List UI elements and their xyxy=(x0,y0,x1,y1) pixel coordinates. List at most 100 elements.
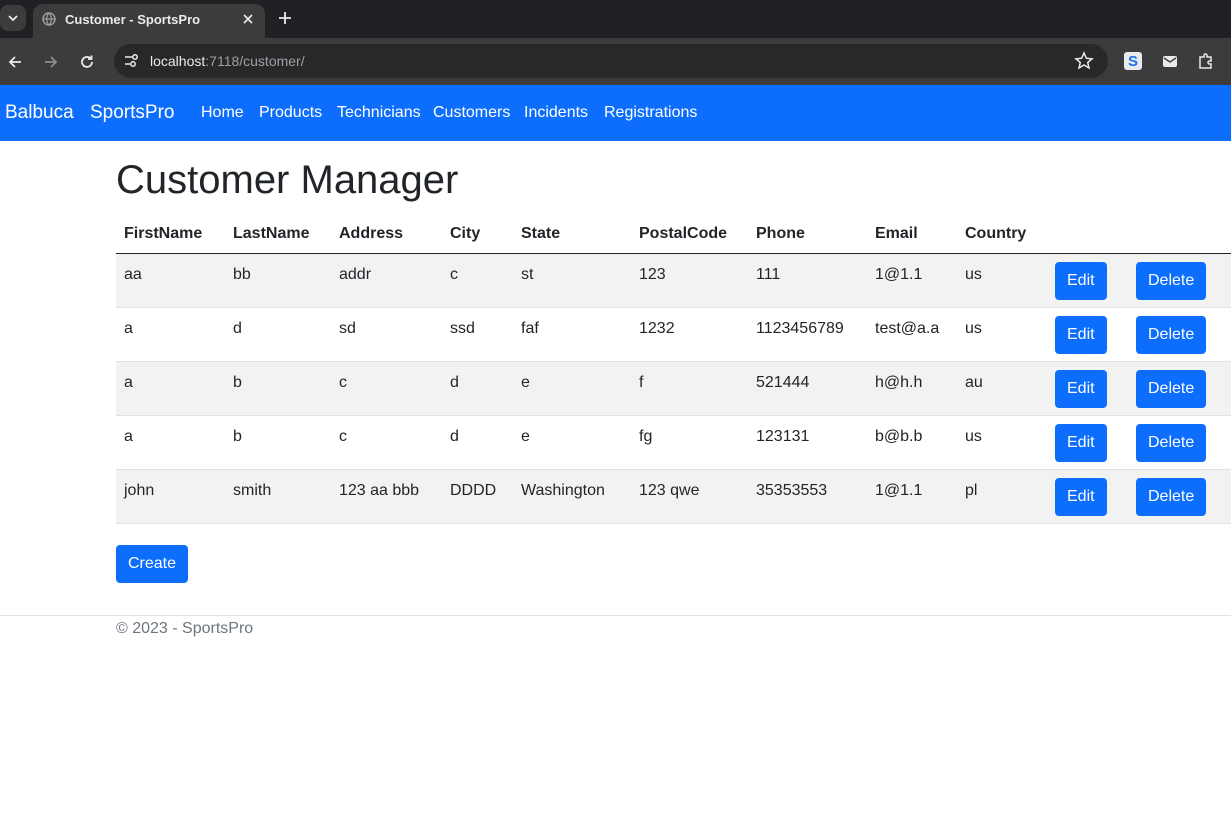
delete-button[interactable]: Delete xyxy=(1136,478,1207,516)
reload-button[interactable] xyxy=(75,50,99,74)
cell-firstname: a xyxy=(116,415,225,470)
cell-edit: Edit xyxy=(1047,307,1128,362)
plus-icon xyxy=(279,12,291,24)
browser-tab-bar: Customer - SportsPro xyxy=(0,0,1231,38)
delete-button[interactable]: Delete xyxy=(1136,316,1207,354)
brand-sportspro[interactable]: SportsPro xyxy=(90,102,174,124)
column-header: State xyxy=(513,215,631,254)
column-header-delete xyxy=(1128,215,1231,254)
extension-mail-button[interactable] xyxy=(1159,50,1181,72)
url-path: :7118/customer/ xyxy=(205,53,305,69)
cell-country: pl xyxy=(957,469,1047,524)
cell-country: us xyxy=(957,253,1047,308)
forward-button[interactable] xyxy=(39,50,63,74)
footer-divider xyxy=(0,615,1231,616)
cell-postalcode: f xyxy=(631,361,748,416)
cell-city: DDDD xyxy=(442,469,513,524)
cell-address: c xyxy=(331,415,442,470)
back-button[interactable] xyxy=(3,50,27,74)
reload-icon xyxy=(81,55,93,68)
cell-email: h@h.h xyxy=(867,361,957,416)
arrow-right-icon xyxy=(45,56,58,68)
cell-state: st xyxy=(513,253,631,308)
cell-state: Washington xyxy=(513,469,631,524)
cell-lastname: b xyxy=(225,415,331,470)
browser-toolbar: localhost:7118/customer/ S xyxy=(0,38,1231,85)
cell-state: faf xyxy=(513,307,631,362)
chevron-down-icon xyxy=(8,15,18,22)
nav-link-incidents[interactable]: Incidents xyxy=(524,104,588,122)
cell-edit: Edit xyxy=(1047,253,1128,308)
column-header: Country xyxy=(957,215,1047,254)
puzzle-icon xyxy=(1199,53,1212,69)
column-header: FirstName xyxy=(116,215,225,254)
tab-search-button[interactable] xyxy=(0,5,26,31)
cell-edit: Edit xyxy=(1047,361,1128,416)
cell-lastname: d xyxy=(225,307,331,362)
cell-email: b@b.b xyxy=(867,415,957,470)
cell-address: sd xyxy=(331,307,442,362)
tab-close-button[interactable] xyxy=(238,9,258,29)
cell-firstname: a xyxy=(116,361,225,416)
cell-country: us xyxy=(957,307,1047,362)
edit-button[interactable]: Edit xyxy=(1055,424,1107,462)
cell-edit: Edit xyxy=(1047,469,1128,524)
table-row: a b c d e f 521444 h@h.h au Edit Delete xyxy=(116,361,1231,416)
cell-country: au xyxy=(957,361,1047,416)
table-row: john smith 123 aa bbb DDDD Washington 12… xyxy=(116,469,1231,524)
nav-link-home[interactable]: Home xyxy=(201,104,244,122)
cell-country: us xyxy=(957,415,1047,470)
cell-address: 123 aa bbb xyxy=(331,469,442,524)
close-icon xyxy=(243,14,253,24)
column-header: LastName xyxy=(225,215,331,254)
cell-phone: 35353553 xyxy=(748,469,867,524)
extensions-button[interactable] xyxy=(1195,50,1217,72)
table-header-row: FirstName LastName Address City State Po… xyxy=(116,215,1231,254)
delete-button[interactable]: Delete xyxy=(1136,424,1207,462)
column-header-edit xyxy=(1047,215,1128,254)
nav-link-customers[interactable]: Customers xyxy=(433,104,510,122)
nav-link-technicians[interactable]: Technicians xyxy=(337,104,421,122)
url-text: localhost:7118/customer/ xyxy=(150,53,305,69)
nav-link-products[interactable]: Products xyxy=(259,104,322,122)
cell-delete: Delete xyxy=(1128,253,1231,308)
table-row: a b c d e fg 123131 b@b.b us Edit Delete xyxy=(116,415,1231,470)
edit-button[interactable]: Edit xyxy=(1055,478,1107,516)
cell-lastname: smith xyxy=(225,469,331,524)
cell-city: c xyxy=(442,253,513,308)
cell-delete: Delete xyxy=(1128,415,1231,470)
extension-mail-icon xyxy=(1163,56,1177,67)
cell-firstname: aa xyxy=(116,253,225,308)
cell-phone: 123131 xyxy=(748,415,867,470)
nav-link-registrations[interactable]: Registrations xyxy=(604,104,697,122)
cell-lastname: b xyxy=(225,361,331,416)
cell-delete: Delete xyxy=(1128,361,1231,416)
table-row: a d sd ssd faf 1232 1123456789 test@a.a … xyxy=(116,307,1231,362)
cell-lastname: bb xyxy=(225,253,331,308)
brand-balbuca[interactable]: Balbuca xyxy=(5,102,74,124)
cell-state: e xyxy=(513,361,631,416)
cell-delete: Delete xyxy=(1128,307,1231,362)
browser-tab[interactable]: Customer - SportsPro xyxy=(33,4,265,38)
url-host: localhost xyxy=(150,53,206,69)
address-bar[interactable]: localhost:7118/customer/ xyxy=(114,44,1108,78)
site-settings-icon xyxy=(125,54,138,67)
edit-button[interactable]: Edit xyxy=(1055,316,1107,354)
cell-postalcode: fg xyxy=(631,415,748,470)
table-row: aa bb addr c st 123 111 1@1.1 us Edit De… xyxy=(116,253,1231,308)
cell-delete: Delete xyxy=(1128,469,1231,524)
extension-s-icon: S xyxy=(1124,52,1142,70)
delete-button[interactable]: Delete xyxy=(1136,370,1207,408)
bookmark-star-icon[interactable] xyxy=(1074,51,1094,71)
delete-button[interactable]: Delete xyxy=(1136,262,1207,300)
cell-city: d xyxy=(442,361,513,416)
edit-button[interactable]: Edit xyxy=(1055,262,1107,300)
cell-email: test@a.a xyxy=(867,307,957,362)
new-tab-button[interactable] xyxy=(274,7,296,29)
cell-phone: 1123456789 xyxy=(748,307,867,362)
cell-city: d xyxy=(442,415,513,470)
extension-s-button[interactable]: S xyxy=(1122,50,1144,72)
cell-firstname: a xyxy=(116,307,225,362)
create-button[interactable]: Create xyxy=(116,545,189,583)
edit-button[interactable]: Edit xyxy=(1055,370,1107,408)
